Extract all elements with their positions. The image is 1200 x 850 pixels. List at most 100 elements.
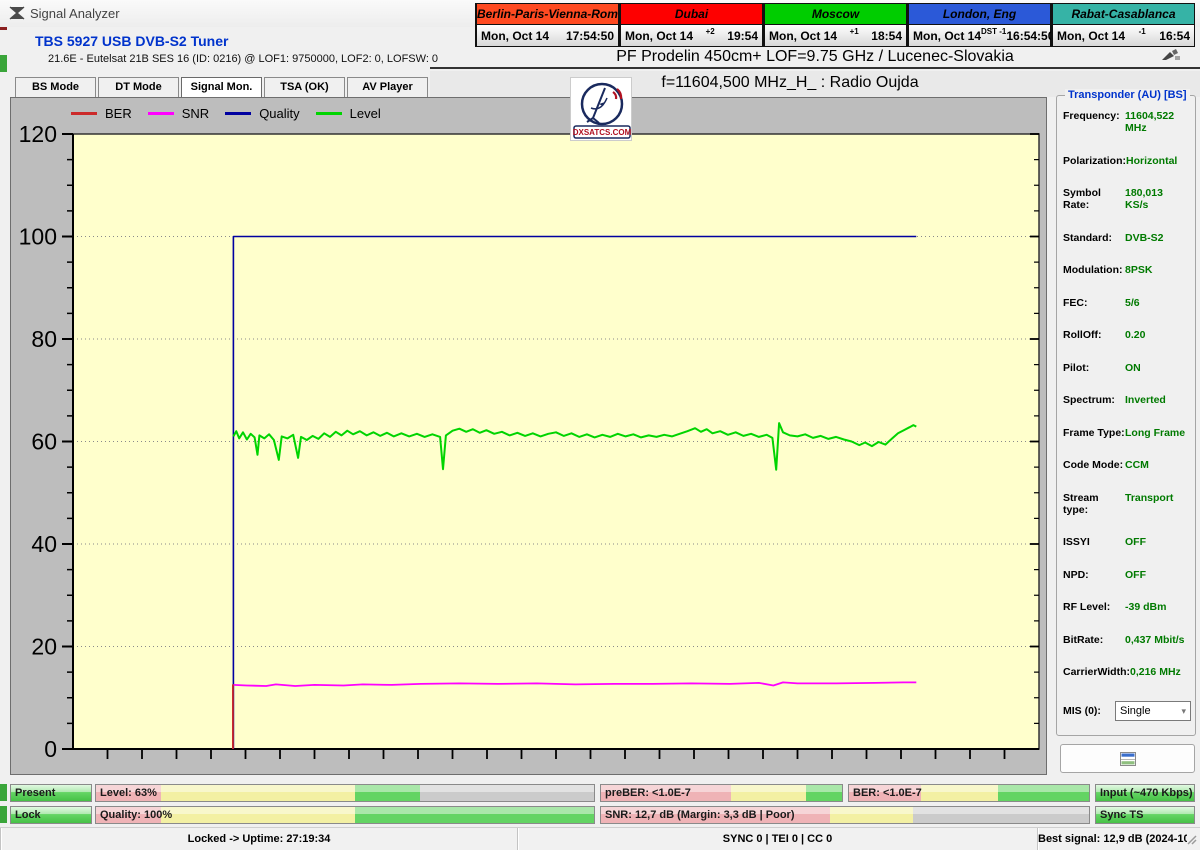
statusbar-section: SYNC 0 | TEI 0 | CC 0 <box>517 828 1037 850</box>
clock-utc-offset: +1 <box>837 27 871 36</box>
transponder-panel: Transponder (AU) [BS] Frequency:11604,52… <box>1056 95 1196 736</box>
mis-value: Single <box>1120 705 1151 717</box>
tab-dt-mode[interactable]: DT Mode <box>98 77 179 98</box>
transponder-value: ON <box>1125 362 1189 374</box>
clock-time-value: 17:54:50 <box>566 29 614 43</box>
transponder-row: NPD:OFF <box>1057 569 1195 581</box>
clock-city-label: Berlin-Paris-Vienna-Roma <box>475 3 619 25</box>
meter-label: Lock <box>15 809 41 821</box>
statusbar-section: Best signal: 12,9 dB (2024-10-14 12:46) <box>1037 828 1187 850</box>
transponder-row: Frame Type:Long Frame <box>1057 427 1195 439</box>
clock-city-label: Dubai <box>619 3 763 25</box>
tab-av-player[interactable]: AV Player <box>347 77 428 98</box>
tab-tsa-ok-[interactable]: TSA (OK) <box>264 77 345 98</box>
transponder-row: Standard:DVB-S2 <box>1057 232 1195 244</box>
transponder-value: DVB-S2 <box>1125 232 1189 244</box>
mode-tabs: BS ModeDT ModeSignal Mon.TSA (OK)AV Play… <box>15 77 428 98</box>
transponder-row: Spectrum:Inverted <box>1057 394 1195 406</box>
transponder-row: FEC:5/6 <box>1057 297 1195 309</box>
transponder-value: 8PSK <box>1125 264 1189 276</box>
clock-date: Mon, Oct 14 <box>1057 29 1125 43</box>
clock-date: Mon, Oct 14 <box>913 29 981 43</box>
indicator-input-470-kbps: Input (~470 Kbps) <box>1095 784 1195 802</box>
transponder-label: Code Mode: <box>1063 459 1125 471</box>
transponder-value: -39 dBm <box>1125 601 1189 613</box>
meter-row-2: Lock Quality: 100% SNR: 12,7 dB (Margin: 3… <box>0 806 1200 824</box>
transponder-row: CarrierWidth:0,216 MHz <box>1057 666 1195 678</box>
dxsatcs-logo: DXSATCS.COM <box>570 77 632 141</box>
table-icon <box>1120 752 1136 766</box>
clock-time: Mon, Oct 14-116:54 <box>1051 25 1195 47</box>
y-tick-label: 0 <box>44 736 57 762</box>
transponder-label: RF Level: <box>1063 601 1125 613</box>
tuner-title: TBS 5927 USB DVB-S2 Tuner <box>35 33 228 49</box>
clock-date: Mon, Oct 14 <box>769 29 837 43</box>
meter-snr-12-7-db-margin-3-3-db-poor: SNR: 12,7 dB (Margin: 3,3 dB | Poor) <box>600 806 1090 824</box>
clock-utc-offset: -1 <box>1125 27 1159 36</box>
transponder-row: Stream type:Transport <box>1057 492 1195 516</box>
transponder-label: Frequency: <box>1063 110 1125 134</box>
transponder-row: RF Level:-39 dBm <box>1057 601 1195 613</box>
meter-preber-1-0e-7: preBER: <1.0E-7 <box>600 784 843 802</box>
clock-time: Mon, Oct 14DST -116:54:50 <box>907 25 1051 47</box>
resize-grip-icon[interactable] <box>1186 834 1198 846</box>
clock-date: Mon, Oct 14 <box>481 29 549 43</box>
clock-1: Berlin-Paris-Vienna-Roma Mon, Oct 14 17:54… <box>475 3 619 47</box>
transponder-value: OFF <box>1125 569 1189 581</box>
transponder-label: ISSYI <box>1063 536 1125 548</box>
logo-text: DXSATCS.COM <box>573 128 632 137</box>
meter-gloss <box>96 785 594 792</box>
clock-time: Mon, Oct 14 17:54:50 <box>475 25 619 47</box>
clock-2: DubaiMon, Oct 14+219:54 <box>619 3 763 47</box>
transponder-panel-title: Transponder (AU) [BS] <box>1065 89 1190 101</box>
transponder-value: 0,437 Mbit/s <box>1125 634 1189 646</box>
transponder-label: FEC: <box>1063 297 1125 309</box>
clock-3: MoscowMon, Oct 14+118:54 <box>763 3 907 47</box>
statusbar: Locked -> Uptime: 27:19:34SYNC 0 | TEI 0… <box>0 827 1200 850</box>
mis-dropdown[interactable]: Single ▾ <box>1115 701 1191 721</box>
transponder-value: 0.20 <box>1125 329 1189 341</box>
clock-time: Mon, Oct 14+118:54 <box>763 25 907 47</box>
meter-label: Quality: 100% <box>100 809 172 821</box>
clock-utc-offset: DST -1 <box>981 27 1006 36</box>
clock-time-value: 16:54 <box>1159 29 1190 43</box>
transponder-label: CarrierWidth: <box>1063 666 1130 678</box>
transponder-label: Modulation: <box>1063 264 1125 276</box>
transponder-label: Polarization: <box>1063 155 1126 167</box>
clock-time-value: 18:54 <box>871 29 902 43</box>
transponder-row: Frequency:11604,522 MHz <box>1057 110 1195 134</box>
mis-label: MIS (0): <box>1063 705 1115 717</box>
transponder-row: Code Mode:CCM <box>1057 459 1195 471</box>
clock-city-label: London, Eng <box>907 3 1051 25</box>
window-title: Signal Analyzer <box>30 6 120 21</box>
meter-row-1: PresentLevel: 63%preBER: <1.0E-7BER: <1.… <box>0 784 1200 802</box>
transponder-value: OFF <box>1125 536 1189 548</box>
transponder-value: Transport <box>1125 492 1189 516</box>
transponder-row: Modulation:8PSK <box>1057 264 1195 276</box>
meter-label: Input (~470 Kbps) <box>1100 787 1193 799</box>
tab-bs-mode[interactable]: BS Mode <box>15 77 96 98</box>
meter-label: preBER: <1.0E-7 <box>605 787 691 799</box>
transponder-value: 5/6 <box>1125 297 1189 309</box>
transponder-row: RollOff:0.20 <box>1057 329 1195 341</box>
table-view-button[interactable] <box>1060 744 1195 773</box>
clock-city-label: Moscow <box>763 3 907 25</box>
meter-label: BER: <1.0E-7 <box>853 787 922 799</box>
y-tick-label: 60 <box>31 429 57 455</box>
y-tick-label: 20 <box>31 634 57 660</box>
signal-chart-region: BERSNRQualityLevel 020406080100120 <box>10 97 1047 775</box>
tab-signal-mon-[interactable]: Signal Mon. <box>181 77 262 98</box>
transponder-value: Horizontal <box>1126 155 1189 167</box>
antenna-header: PF Prodelin 450cm+ LOF=9.75 GHz / Lucene… <box>430 48 1200 69</box>
transponder-value: 180,013 KS/s <box>1125 187 1189 211</box>
signal-analyzer-window: Signal Analyzer Berlin-Paris-Vienna-Roma… <box>0 0 1200 850</box>
meter-label: SNR: 12,7 dB (Margin: 3,3 dB | Poor) <box>605 809 795 821</box>
transponder-row: Polarization:Horizontal <box>1057 155 1195 167</box>
transponder-label: RollOff: <box>1063 329 1125 341</box>
transponder-row: Pilot:ON <box>1057 362 1195 374</box>
clock-4: London, EngMon, Oct 14DST -116:54:50 <box>907 3 1051 47</box>
clock-time-value: 19:54 <box>727 29 758 43</box>
transponder-label: BitRate: <box>1063 634 1125 646</box>
tuner-subtitle: 21.6E - Eutelsat 21B SES 16 (ID: 0216) @… <box>48 53 438 65</box>
meter-label: Present <box>15 787 55 799</box>
